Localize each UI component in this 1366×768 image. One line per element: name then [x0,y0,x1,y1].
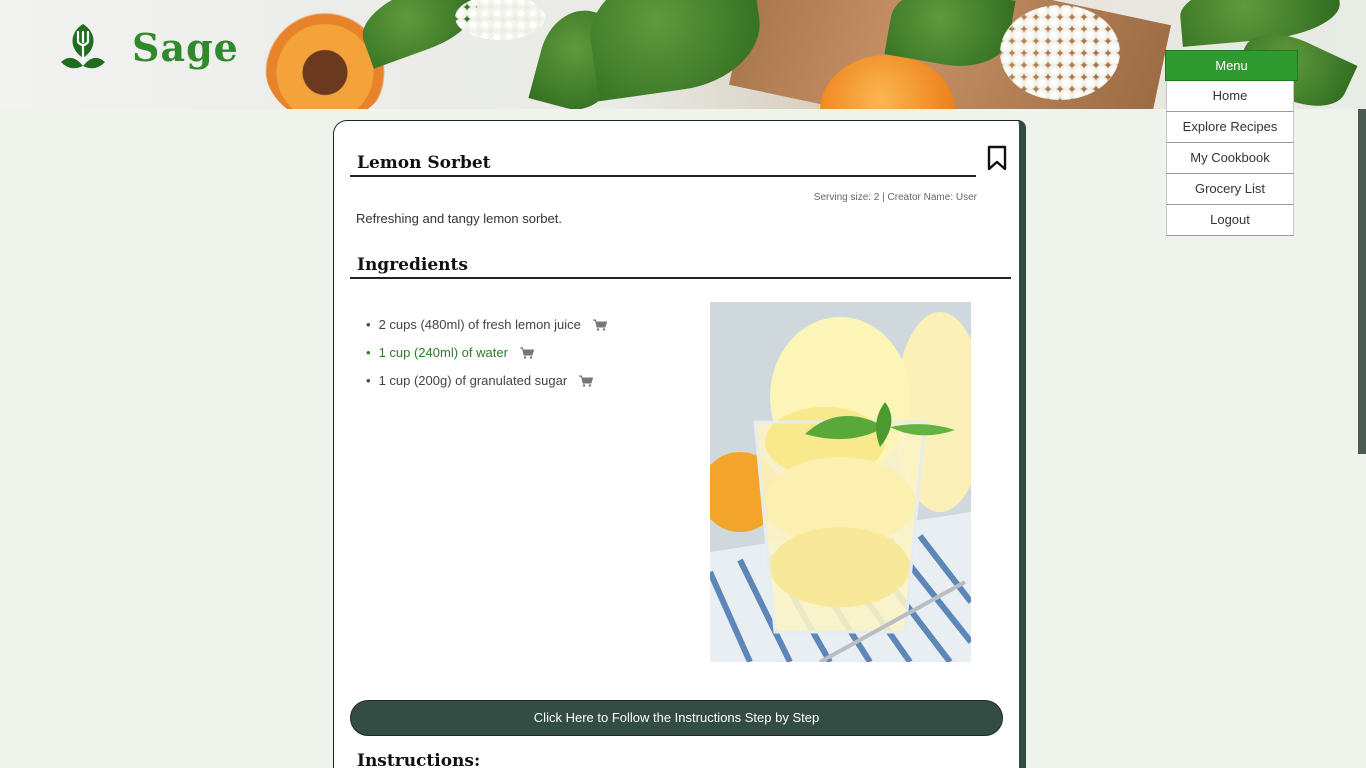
menu-item-logout[interactable]: Logout [1166,205,1294,236]
ingredient-text: 2 cups (480ml) of fresh lemon juice [378,317,581,332]
recipe-photo [710,302,971,662]
ingredient-item: 1 cup (200g) of granulated sugar [366,367,607,395]
menu-item-my-cookbook[interactable]: My Cookbook [1166,143,1294,174]
follow-instructions-button[interactable]: Click Here to Follow the Instructions St… [350,700,1003,736]
banner-flowers [1000,5,1120,100]
cart-icon[interactable] [519,347,534,359]
instructions-heading: Instructions: [357,751,481,768]
ingredient-text: 1 cup (200g) of granulated sugar [378,373,568,388]
menu-item-explore-recipes[interactable]: Explore Recipes [1166,112,1294,143]
main-menu: Menu Home Explore Recipes My Cookbook Gr… [1165,50,1298,236]
app-logo[interactable]: Sage [58,22,239,72]
banner-flowers [455,0,545,40]
menu-item-grocery-list[interactable]: Grocery List [1166,174,1294,205]
ingredients-heading: Ingredients [350,255,1011,279]
menu-item-home[interactable]: Home [1166,81,1294,112]
ingredient-text: 1 cup (240ml) of water [378,345,508,360]
cart-icon[interactable] [592,319,607,331]
ingredient-item: 2 cups (480ml) of fresh lemon juice [366,311,607,339]
recipe-card: Lemon Sorbet Serving size: 2 | Creator N… [333,120,1026,768]
recipe-description: Refreshing and tangy lemon sorbet. [356,211,562,226]
header-banner: Sage [0,0,1366,109]
menu-button[interactable]: Menu [1165,50,1298,81]
ingredients-list: 2 cups (480ml) of fresh lemon juice 1 cu… [366,311,607,395]
cart-icon[interactable] [579,375,594,387]
recipe-title: Lemon Sorbet [350,153,976,177]
logo-leaf-fork-icon [61,24,105,69]
bookmark-icon[interactable] [986,145,1008,171]
page-scrollbar[interactable] [1358,109,1366,454]
ingredient-item: 1 cup (240ml) of water [366,339,607,367]
menu-list: Home Explore Recipes My Cookbook Grocery… [1166,81,1294,236]
app-name: Sage [132,24,239,70]
recipe-meta: Serving size: 2 | Creator Name: User [813,192,977,203]
